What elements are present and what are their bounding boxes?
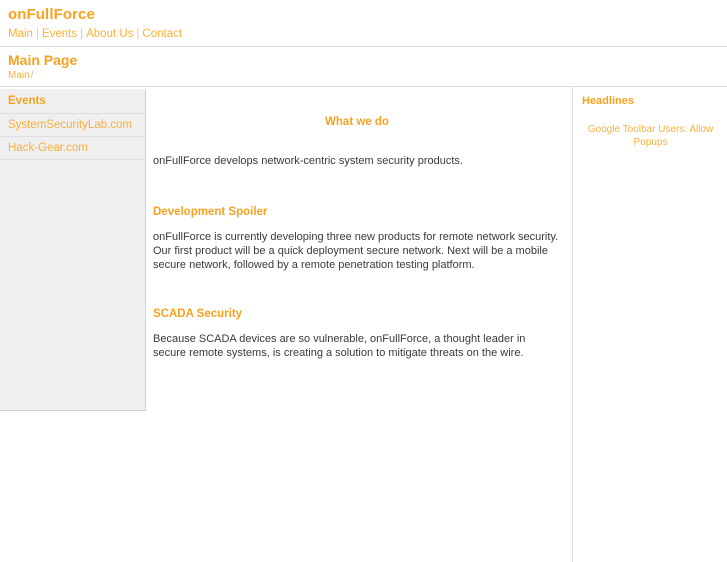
nav-separator: | <box>35 28 39 40</box>
site-header: onFullForce Main | Events | About Us | Contact <box>0 0 727 41</box>
site-logo: onFullForce <box>8 6 95 23</box>
sidebar-link-hack-gear[interactable]: Hack-Gear.com <box>8 142 88 154</box>
headline-list-item[interactable]: Google Toolbar Users: Allow Popups <box>578 123 723 149</box>
page-title-block: Main Page Main/ <box>0 47 727 86</box>
nav-item-main[interactable]: Main <box>8 28 33 40</box>
left-sidebar: Events SystemSecurityLab.com Hack-Gear.c… <box>0 89 146 411</box>
section-paragraph-development-spoiler: onFullForce is currently developing thre… <box>153 231 559 271</box>
nav-item-contact[interactable]: Contact <box>142 28 182 40</box>
nav-separator: | <box>80 28 84 40</box>
breadcrumb-separator: / <box>30 70 34 81</box>
main-nav: Main | Events | About Us | Contact <box>8 27 727 41</box>
right-column-divider <box>572 87 573 562</box>
section-paragraph-scada-security: Because SCADA devices are so vulnerable,… <box>153 333 526 359</box>
section-heading-development-spoiler: Development Spoiler <box>153 206 268 218</box>
nav-item-events[interactable]: Events <box>42 28 77 40</box>
nav-item-about-us[interactable]: About Us <box>86 28 133 40</box>
section-heading-scada-security: SCADA Security <box>153 308 243 320</box>
breadcrumb: Main/ <box>8 70 727 82</box>
sidebar-link-systemsecuritylab[interactable]: SystemSecurityLab.com <box>8 119 132 131</box>
page-title: Main Page <box>8 52 78 68</box>
intro-heading: What we do <box>325 116 389 128</box>
sidebar-block-title-events: Events <box>0 89 145 114</box>
intro-paragraph: onFullForce develops network-centric sys… <box>153 155 463 167</box>
headline-link-google-toolbar[interactable]: Google Toolbar Users: Allow Popups <box>588 124 713 148</box>
main-content: What we do onFullForce develops network-… <box>147 87 567 360</box>
breadcrumb-item-main[interactable]: Main <box>8 70 30 81</box>
sidebar-item-hack-gear[interactable]: Hack-Gear.com <box>0 137 145 160</box>
right-sidebar: Headlines Google Toolbar Users: Allow Po… <box>578 95 723 149</box>
content-columns: Events SystemSecurityLab.com Hack-Gear.c… <box>0 87 727 562</box>
sidebar-item-systemsecuritylab[interactable]: SystemSecurityLab.com <box>0 114 145 137</box>
sidebar-block-title-headlines: Headlines <box>582 95 634 107</box>
